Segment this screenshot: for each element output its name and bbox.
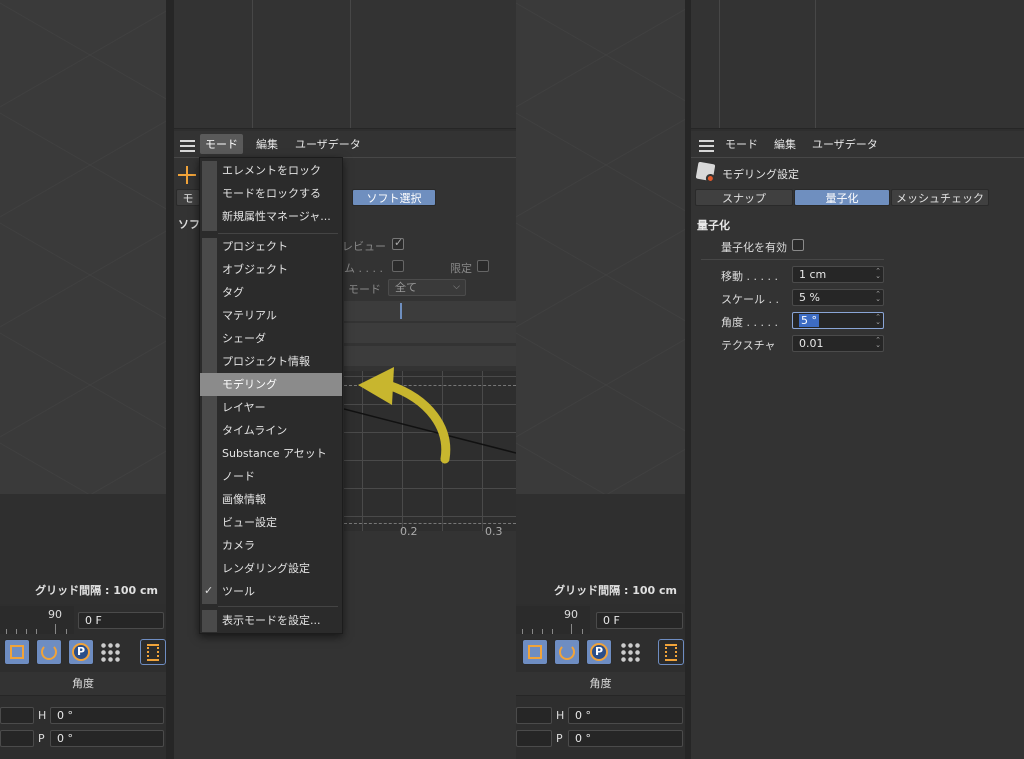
dots-icon-right[interactable] bbox=[620, 642, 642, 664]
graph-tick-02: 0.2 bbox=[400, 525, 418, 538]
axis-h-label: H bbox=[38, 709, 47, 722]
angle-p-field-right[interactable]: 0 ° bbox=[568, 730, 683, 747]
film-icon-right[interactable] bbox=[658, 639, 684, 665]
right-angle-header: 角度 bbox=[516, 672, 685, 696]
preview-checkbox[interactable]: ✓ bbox=[392, 236, 404, 250]
right-timeline-ruler[interactable]: 90 bbox=[516, 606, 590, 634]
tab-quantize[interactable]: 量子化 bbox=[794, 189, 890, 206]
mode-label: モード bbox=[348, 283, 381, 296]
axis-p-label-right: P bbox=[556, 732, 563, 745]
angle-p-field[interactable]: 0 ° bbox=[50, 730, 164, 747]
menu-item-substance-asset[interactable]: Substance アセット bbox=[200, 442, 342, 465]
menu-item-image-info[interactable]: 画像情報 bbox=[200, 488, 342, 511]
slider-track-1[interactable] bbox=[344, 301, 516, 321]
menu-item-new-attribute-manager[interactable]: 新規属性マネージャ... bbox=[200, 205, 342, 228]
field-label-scale: スケール . . bbox=[721, 293, 779, 306]
left-toolbar: P bbox=[0, 639, 166, 667]
slider-track-2[interactable] bbox=[344, 323, 516, 343]
middle-top-view[interactable] bbox=[174, 0, 516, 129]
angle-h-field[interactable]: 0 ° bbox=[50, 707, 164, 724]
scale-quantize-field[interactable]: 5 % ⌃ ⌄ bbox=[792, 289, 884, 306]
move-tool-icon bbox=[178, 166, 196, 184]
grid-spacing-label-right: グリッド間隔 : 100 cm bbox=[554, 584, 677, 597]
field-label-angle: 角度 . . . . . bbox=[721, 316, 778, 329]
right-attribute-panel: モード 編集 ユーザデータ モデリング設定 スナップ 量子化 メッシュチェック … bbox=[691, 131, 1024, 759]
menu-item-tool[interactable]: ツール bbox=[200, 580, 342, 603]
enable-quantize-checkbox[interactable] bbox=[792, 239, 804, 251]
p-key-button[interactable]: P bbox=[68, 639, 94, 665]
right-viewport[interactable]: グリッド間隔 : 100 cm bbox=[516, 0, 685, 604]
menu-item-modeling[interactable]: モデリング bbox=[200, 373, 342, 396]
menu-item-project[interactable]: プロジェクト bbox=[200, 235, 342, 258]
menu-hamburger-icon-right[interactable] bbox=[699, 140, 714, 152]
arrow-annotation-icon bbox=[358, 367, 451, 464]
time-label: ム . . . . bbox=[344, 262, 383, 275]
menu-userdata[interactable]: ユーザデータ bbox=[290, 134, 366, 154]
left-timeline-ruler[interactable]: 90 bbox=[0, 606, 74, 634]
ruler-label-right: 90 bbox=[564, 608, 578, 621]
tab-soft-selection[interactable]: ソフト選択 bbox=[352, 189, 436, 206]
menu-item-render-settings[interactable]: レンダリング設定 bbox=[200, 557, 342, 580]
mode-dropdown-menu: エレメントをロック モードをロックする 新規属性マネージャ... プロジェクト … bbox=[199, 157, 343, 634]
tab-mesh-check[interactable]: メッシュチェック bbox=[891, 189, 989, 206]
modeling-settings-icon bbox=[695, 161, 716, 184]
menu-item-object[interactable]: オブジェクト bbox=[200, 258, 342, 281]
field-label-move: 移動 . . . . . bbox=[721, 270, 778, 283]
limit-label: 限定 bbox=[450, 262, 472, 275]
menu-item-project-info[interactable]: プロジェクト情報 bbox=[200, 350, 342, 373]
left-angle-header: 角度 bbox=[0, 672, 166, 696]
film-icon[interactable] bbox=[140, 639, 166, 665]
mode-select[interactable]: 全て ⌵ bbox=[388, 279, 466, 296]
frame-field-right[interactable]: 0 F bbox=[596, 612, 683, 629]
rotate-tool-button[interactable] bbox=[36, 639, 62, 665]
menu-edit[interactable]: 編集 bbox=[251, 134, 283, 154]
menu-item-lock-mode[interactable]: モードをロックする bbox=[200, 182, 342, 205]
rotate-tool-button-right[interactable] bbox=[554, 639, 580, 665]
checkmark-icon: ✓ bbox=[204, 584, 214, 597]
menu-item-material[interactable]: マテリアル bbox=[200, 304, 342, 327]
menu-item-tag[interactable]: タグ bbox=[200, 281, 342, 304]
p-key-button-right[interactable]: P bbox=[586, 639, 612, 665]
menu-item-layer[interactable]: レイヤー bbox=[200, 396, 342, 419]
graph-tick-03: 0.3 bbox=[485, 525, 503, 538]
menu-edit-right[interactable]: 編集 bbox=[769, 134, 801, 154]
menu-item-set-display-mode[interactable]: 表示モードを設定... bbox=[200, 609, 342, 632]
right-toolbar: P bbox=[516, 639, 685, 667]
scale-tool-button-right[interactable] bbox=[522, 639, 548, 665]
tab-mo[interactable]: モ bbox=[176, 189, 200, 206]
menu-item-timeline[interactable]: タイムライン bbox=[200, 419, 342, 442]
angle-quantize-field[interactable]: 5 ° ⌃ ⌄ bbox=[792, 312, 884, 329]
move-quantize-field[interactable]: 1 cm ⌃ ⌄ bbox=[792, 266, 884, 283]
dots-icon[interactable] bbox=[100, 642, 122, 664]
scale-tool-button[interactable] bbox=[4, 639, 30, 665]
menu-item-view-settings[interactable]: ビュー設定 bbox=[200, 511, 342, 534]
header-title: モデリング設定 bbox=[722, 168, 799, 181]
menu-hamburger-icon[interactable] bbox=[180, 140, 195, 152]
limit-checkbox[interactable] bbox=[477, 260, 489, 272]
right-top-view[interactable] bbox=[691, 0, 1024, 129]
menu-mode-right[interactable]: モード bbox=[720, 134, 763, 154]
left-viewport[interactable]: グリッド間隔 : 100 cm bbox=[0, 0, 166, 604]
axis-h-label-right: H bbox=[556, 709, 565, 722]
section-quantize: 量子化 bbox=[697, 219, 730, 232]
frame-field[interactable]: 0 F bbox=[78, 612, 164, 629]
menu-userdata-right[interactable]: ユーザデータ bbox=[807, 134, 883, 154]
section-so: ソフ bbox=[178, 218, 200, 231]
menu-mode[interactable]: モード bbox=[200, 134, 243, 154]
menu-item-shader[interactable]: シェーダ bbox=[200, 327, 342, 350]
texture-quantize-field[interactable]: 0.01 ⌃ ⌄ bbox=[792, 335, 884, 352]
ruler-label: 90 bbox=[48, 608, 62, 621]
menu-item-camera[interactable]: カメラ bbox=[200, 534, 342, 557]
enable-quantize-label: 量子化を有効 bbox=[721, 241, 787, 254]
tab-snap[interactable]: スナップ bbox=[695, 189, 793, 206]
time-checkbox[interactable] bbox=[392, 260, 404, 272]
field-label-texture: テクスチャ bbox=[721, 339, 776, 352]
grid-spacing-label: グリッド間隔 : 100 cm bbox=[35, 584, 158, 597]
angle-h-field-right[interactable]: 0 ° bbox=[568, 707, 683, 724]
menu-item-lock-element[interactable]: エレメントをロック bbox=[200, 159, 342, 182]
axis-p-label: P bbox=[38, 732, 45, 745]
preview-label: レビュー bbox=[342, 240, 386, 253]
menu-item-node[interactable]: ノード bbox=[200, 465, 342, 488]
